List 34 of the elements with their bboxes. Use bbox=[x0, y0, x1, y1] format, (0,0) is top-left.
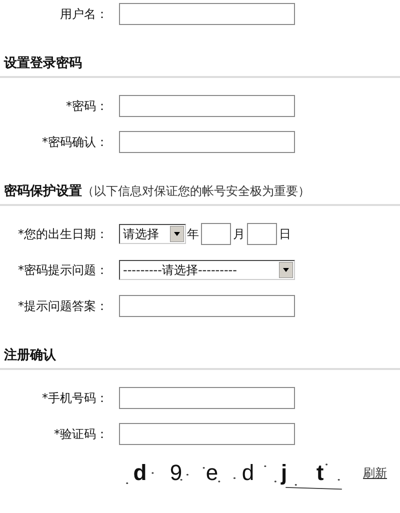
dropdown-arrow-icon bbox=[279, 262, 293, 278]
input-field[interactable] bbox=[201, 223, 231, 245]
section-note: （以下信息对保证您的帐号安全极为重要） bbox=[82, 184, 310, 198]
date-unit: 日 bbox=[279, 226, 291, 242]
section-title: 注册确认 bbox=[4, 348, 56, 363]
date-unit: 年 bbox=[187, 226, 199, 242]
captcha-character: d bbox=[132, 460, 148, 486]
captcha-character: j bbox=[280, 460, 288, 486]
input-field[interactable] bbox=[119, 131, 295, 153]
field-label: *验证码： bbox=[53, 426, 108, 442]
section-title: 设置登录密码 bbox=[4, 56, 82, 71]
field-label: *手机号码： bbox=[41, 390, 108, 406]
section-title: 密码保护设置 bbox=[4, 184, 82, 199]
date-unit: 月 bbox=[233, 226, 245, 242]
field-label: *密码提示问题： bbox=[17, 262, 108, 278]
input-field[interactable] bbox=[119, 95, 295, 117]
field-label: *密码： bbox=[65, 98, 108, 114]
refresh-link[interactable]: 刷新 bbox=[363, 464, 387, 482]
input-field[interactable] bbox=[119, 387, 295, 409]
input-field[interactable] bbox=[119, 423, 295, 445]
input-field[interactable] bbox=[247, 223, 277, 245]
dropdown[interactable]: ---------请选择--------- bbox=[119, 260, 295, 280]
field-label: 用户名： bbox=[59, 6, 108, 22]
captcha-character: 9 bbox=[168, 460, 184, 486]
captcha-character: t bbox=[315, 460, 325, 486]
input-field[interactable] bbox=[119, 3, 295, 25]
dropdown[interactable]: 请选择 bbox=[119, 224, 186, 244]
field-label: *提示问题答案： bbox=[17, 298, 108, 314]
dropdown-arrow-icon bbox=[170, 226, 184, 242]
captcha-character: e bbox=[204, 460, 220, 486]
captcha-character: d bbox=[240, 460, 256, 486]
field-label: *您的出生日期： bbox=[17, 226, 108, 242]
input-field[interactable] bbox=[119, 295, 295, 317]
field-label: *密码确认： bbox=[41, 134, 108, 150]
